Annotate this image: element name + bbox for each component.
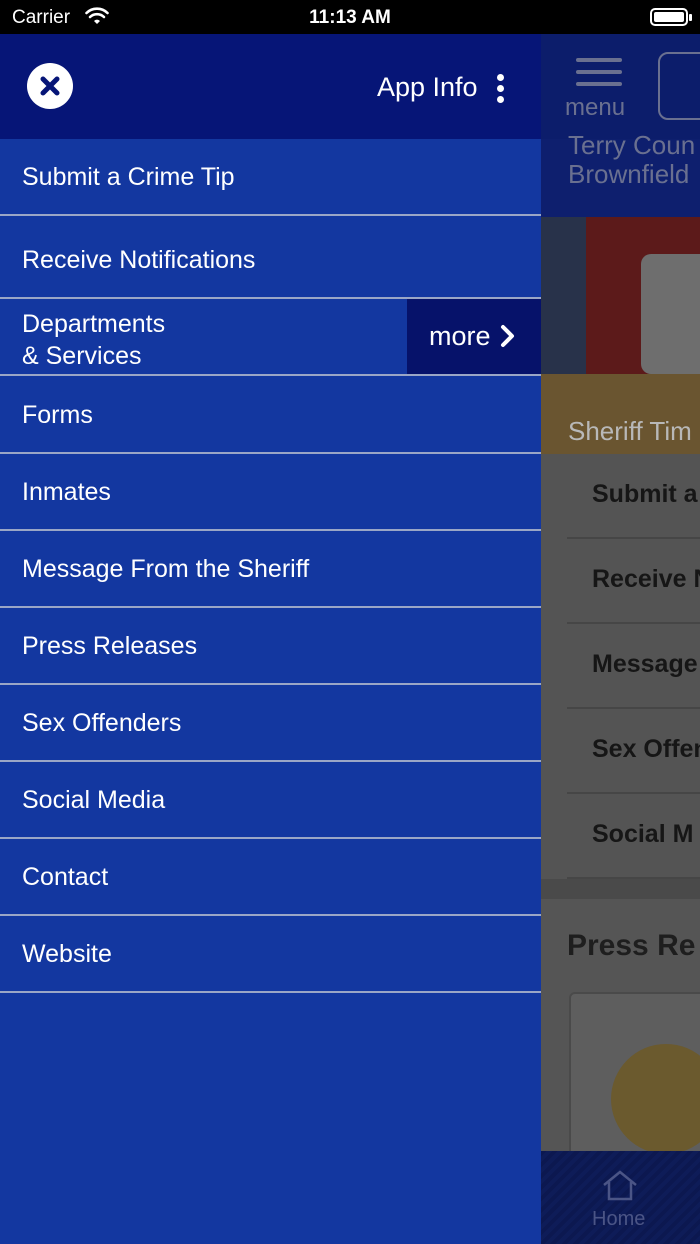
list-item[interactable]: Submit a xyxy=(567,454,700,539)
menu-item-press-releases[interactable]: Press Releases xyxy=(0,608,541,685)
menu-item-label: Departments & Services xyxy=(22,310,166,370)
menu-item-forms[interactable]: Forms xyxy=(0,377,541,454)
menu-item-receive-notifications[interactable]: Receive Notifications xyxy=(0,222,541,299)
list-item[interactable]: Sex Offen xyxy=(567,709,700,794)
menu-item-label: Receive Notifications xyxy=(22,246,256,274)
menu-item-label: Forms xyxy=(22,401,93,429)
menu-item-website[interactable]: Website xyxy=(0,916,541,993)
menu-item-contact[interactable]: Contact xyxy=(0,839,541,916)
menu-item-submit-crime-tip[interactable]: Submit a Crime Tip xyxy=(0,139,541,216)
list-item[interactable]: Social M xyxy=(567,794,700,879)
menu-item-departments-services[interactable]: Departments & Services more xyxy=(0,299,541,376)
search-box[interactable] xyxy=(658,52,700,120)
close-icon xyxy=(40,76,60,96)
menu-item-label: Press Releases xyxy=(22,632,198,660)
truck-image xyxy=(641,254,700,374)
menu-item-inmates[interactable]: Inmates xyxy=(0,454,541,531)
menu-item-label: Sex Offenders xyxy=(22,709,182,737)
photo-caption: Sheriff Tim xyxy=(568,416,692,446)
side-drawer: App Info Submit a Crime Tip Receive Noti… xyxy=(0,34,541,1244)
menu-item-label: Website xyxy=(22,940,112,968)
menu-item-label: Inmates xyxy=(22,478,111,506)
more-label: more xyxy=(429,321,491,351)
home-icon[interactable] xyxy=(601,1169,639,1201)
page-title: Terry Coun xyxy=(568,130,696,160)
section-title: Press Re xyxy=(567,929,696,962)
section-divider xyxy=(541,879,700,899)
drawer-header: App Info xyxy=(0,34,541,139)
list-item[interactable]: Message xyxy=(567,624,700,709)
menu-item-label: Message From the Sheriff xyxy=(22,555,310,583)
battery-icon xyxy=(650,8,692,26)
close-button[interactable] xyxy=(27,63,73,109)
clock: 11:13 AM xyxy=(309,7,391,28)
menu-item-message-from-sheriff[interactable]: Message From the Sheriff xyxy=(0,531,541,608)
menu-item-label: Submit a Crime Tip xyxy=(22,163,235,191)
menu-item-label: Contact xyxy=(22,863,109,891)
menu-item-label: Social Media xyxy=(22,786,166,814)
list-item[interactable]: Receive N xyxy=(567,539,700,624)
page-subtitle: Brownfield xyxy=(568,159,690,189)
background-page[interactable]: menu Terry Coun Brownfield Sheriff Tim S… xyxy=(541,34,700,1244)
kebab-icon[interactable] xyxy=(496,74,506,104)
menu-item-social-media[interactable]: Social Media xyxy=(0,762,541,839)
menu-item-sex-offenders[interactable]: Sex Offenders xyxy=(0,685,541,762)
tab-home-label[interactable]: Home xyxy=(592,1208,645,1231)
chevron-right-icon xyxy=(501,325,514,347)
menu-label: menu xyxy=(565,94,626,121)
more-button[interactable]: more xyxy=(407,299,541,374)
app-info-button[interactable]: App Info xyxy=(377,72,478,103)
status-bar: Carrier 11:13 AM xyxy=(0,0,700,34)
hamburger-menu-icon[interactable] xyxy=(576,58,622,86)
